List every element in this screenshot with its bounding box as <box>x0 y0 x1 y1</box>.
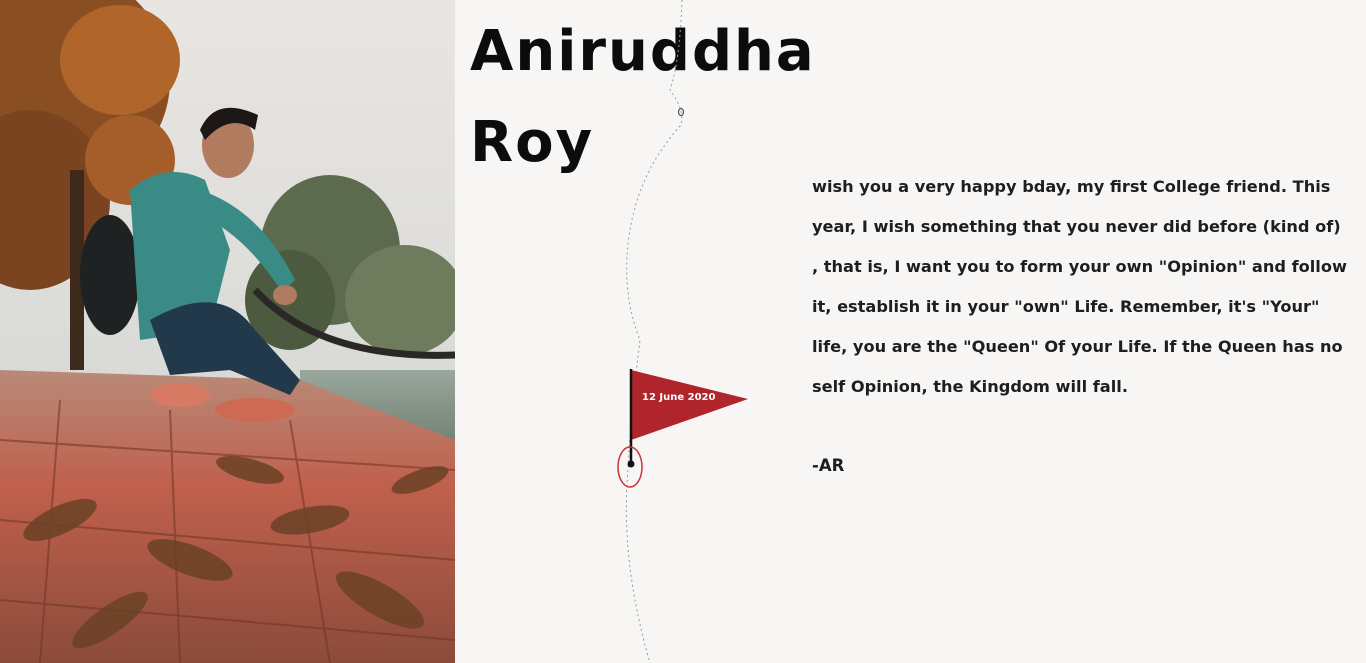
flag-icon <box>617 369 748 488</box>
birthday-message: wish you a very happy bday, my first Col… <box>812 177 1347 396</box>
last-name: Roy <box>470 110 595 175</box>
flag-pin-icon <box>627 460 635 468</box>
portrait-photo <box>0 0 455 663</box>
dotted-trail <box>625 0 685 663</box>
flag-date: 12 June 2020 <box>642 392 716 403</box>
signature: -AR <box>812 456 845 475</box>
page: Aniruddha Roy 12 June 2020 wish you a ve… <box>0 0 1366 663</box>
flag-banner <box>631 370 748 440</box>
